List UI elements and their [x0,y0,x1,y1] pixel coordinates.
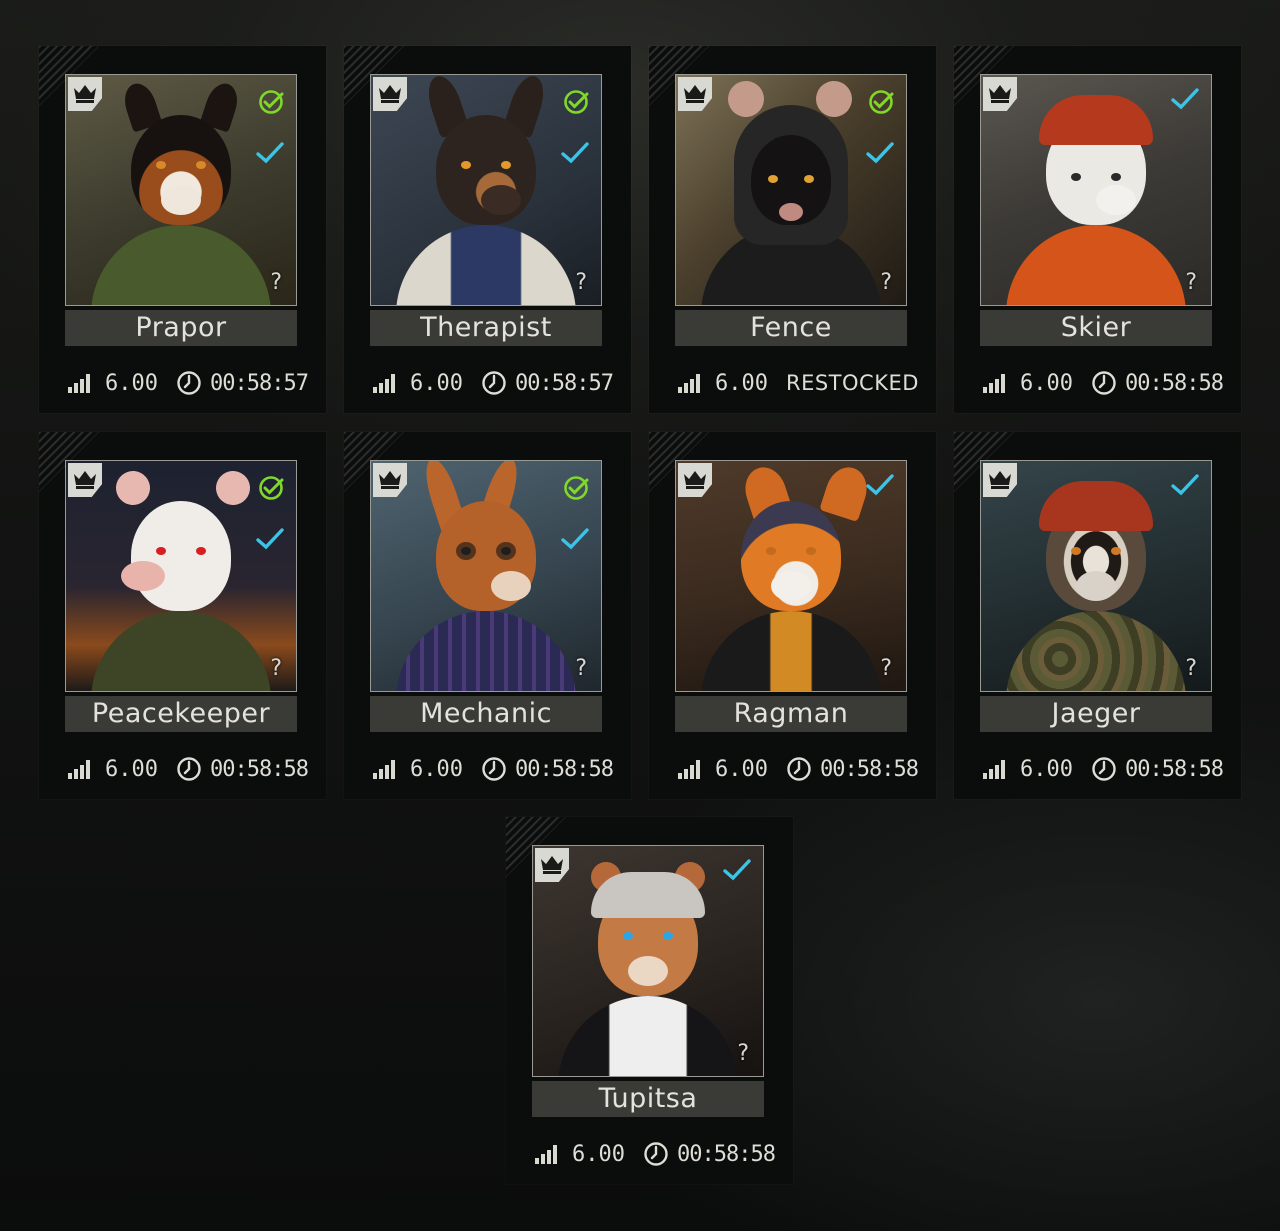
trader-level: 6.00 [715,756,768,782]
check-circle-icon[interactable] [563,475,589,501]
check-circle-icon[interactable] [258,475,284,501]
trader-stats: 6.00 00:58:58 [372,754,622,784]
trader-level: 6.00 [105,756,158,782]
trader-level: 6.00 [105,370,158,396]
question-icon[interactable]: ? [270,656,282,681]
trader-card-jaeger[interactable]: ? Jaeger 6.00 00:58:58 [954,432,1241,799]
level-bars-icon [678,374,700,393]
check-icon[interactable] [561,527,589,551]
trader-stats: 6.00 00:58:58 [982,368,1232,398]
restock-timer: 00:58:57 [514,370,614,396]
trader-name[interactable]: Therapist [370,310,602,346]
check-icon[interactable] [866,141,894,165]
trader-stats: 6.00 00:58:57 [67,368,317,398]
question-icon[interactable]: ? [880,270,892,295]
restock-timer: 00:58:58 [209,756,309,782]
check-icon[interactable] [866,473,894,497]
trader-name[interactable]: Jaeger [980,696,1212,732]
trader-name[interactable]: Fence [675,310,907,346]
question-icon[interactable]: ? [880,656,892,681]
trader-card-ragman[interactable]: ? Ragman 6.00 00:58:58 [649,432,936,799]
question-icon[interactable]: ? [270,270,282,295]
trader-stats: 6.00 00:58:58 [982,754,1232,784]
level-bars-icon [373,760,395,779]
trader-stats: 6.00 00:58:57 [372,368,622,398]
level-bars-icon [535,1145,557,1164]
check-icon[interactable] [723,858,751,882]
trader-portrait-mechanic[interactable]: ? [370,460,602,692]
clock-icon [177,371,201,395]
question-icon[interactable]: ? [1185,270,1197,295]
question-icon[interactable]: ? [575,270,587,295]
trader-level: 6.00 [715,370,768,396]
trader-level: 6.00 [572,1141,625,1167]
trader-name[interactable]: Peacekeeper [65,696,297,732]
trader-level: 6.00 [410,756,463,782]
trader-stats: 6.00 RESTOCKED [677,368,927,398]
trader-card-therapist[interactable]: ? Therapist 6.00 00:58:57 [344,46,631,413]
restock-timer: 00:58:57 [209,370,309,396]
check-icon[interactable] [1171,473,1199,497]
trader-portrait-ragman[interactable]: ? [675,460,907,692]
trader-name[interactable]: Mechanic [370,696,602,732]
trader-stats: 6.00 00:58:58 [534,1139,784,1169]
trader-card-fence[interactable]: ? Fence 6.00 RESTOCKED [649,46,936,413]
check-icon[interactable] [1171,87,1199,111]
check-icon[interactable] [256,527,284,551]
check-circle-icon[interactable] [258,89,284,115]
trader-card-peacekeeper[interactable]: ? Peacekeeper 6.00 00:58:58 [39,432,326,799]
check-icon[interactable] [256,141,284,165]
trader-level: 6.00 [1020,370,1073,396]
trader-name[interactable]: Tupitsa [532,1081,764,1117]
trader-portrait-peacekeeper[interactable]: ? [65,460,297,692]
restock-timer: 00:58:58 [1124,370,1224,396]
trader-stats: 6.00 00:58:58 [67,754,317,784]
check-circle-icon[interactable] [868,89,894,115]
trader-card-tupitsa[interactable]: ? Tupitsa 6.00 00:58:58 [506,817,793,1184]
level-bars-icon [983,374,1005,393]
trader-level: 6.00 [1020,756,1073,782]
level-bars-icon [678,760,700,779]
clock-icon [644,1142,668,1166]
trader-card-skier[interactable]: ? Skier 6.00 00:58:58 [954,46,1241,413]
level-bars-icon [373,374,395,393]
question-icon[interactable]: ? [575,656,587,681]
trader-portrait-skier[interactable]: ? [980,74,1212,306]
level-bars-icon [983,760,1005,779]
trader-name[interactable]: Prapor [65,310,297,346]
trader-portrait-prapor[interactable]: ? [65,74,297,306]
check-circle-icon[interactable] [563,89,589,115]
trader-name[interactable]: Ragman [675,696,907,732]
restock-timer: 00:58:58 [819,756,919,782]
question-icon[interactable]: ? [737,1041,749,1066]
check-icon[interactable] [561,141,589,165]
restock-status: RESTOCKED [785,371,919,395]
clock-icon [1092,757,1116,781]
clock-icon [1092,371,1116,395]
clock-icon [177,757,201,781]
trader-card-prapor[interactable]: ? Prapor 6.00 00:58:57 [39,46,326,413]
restock-timer: 00:58:58 [1124,756,1224,782]
clock-icon [482,371,506,395]
clock-icon [787,757,811,781]
level-bars-icon [68,760,90,779]
trader-portrait-fence[interactable]: ? [675,74,907,306]
trader-card-mechanic[interactable]: ? Mechanic 6.00 00:58:58 [344,432,631,799]
trader-level: 6.00 [410,370,463,396]
trader-portrait-tupitsa[interactable]: ? [532,845,764,1077]
clock-icon [482,757,506,781]
level-bars-icon [68,374,90,393]
restock-timer: 00:58:58 [676,1141,776,1167]
trader-name[interactable]: Skier [980,310,1212,346]
question-icon[interactable]: ? [1185,656,1197,681]
restock-timer: 00:58:58 [514,756,614,782]
trader-portrait-jaeger[interactable]: ? [980,460,1212,692]
trader-portrait-therapist[interactable]: ? [370,74,602,306]
trader-stats: 6.00 00:58:58 [677,754,927,784]
